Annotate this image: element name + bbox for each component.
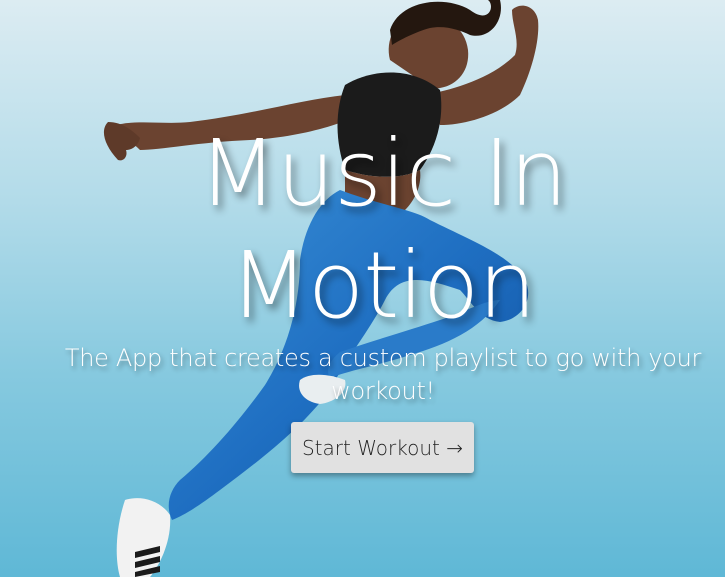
hero-title-line-2: Motion <box>229 232 537 339</box>
hero-tagline: The App that creates a custom playlist t… <box>64 344 702 405</box>
hero-title: Music In Motion <box>0 118 725 342</box>
hero-title-line-1: Music In <box>198 120 567 227</box>
start-workout-button[interactable]: Start Workout → <box>291 422 474 473</box>
hero-section: Music In Motion The App that creates a c… <box>0 0 725 577</box>
